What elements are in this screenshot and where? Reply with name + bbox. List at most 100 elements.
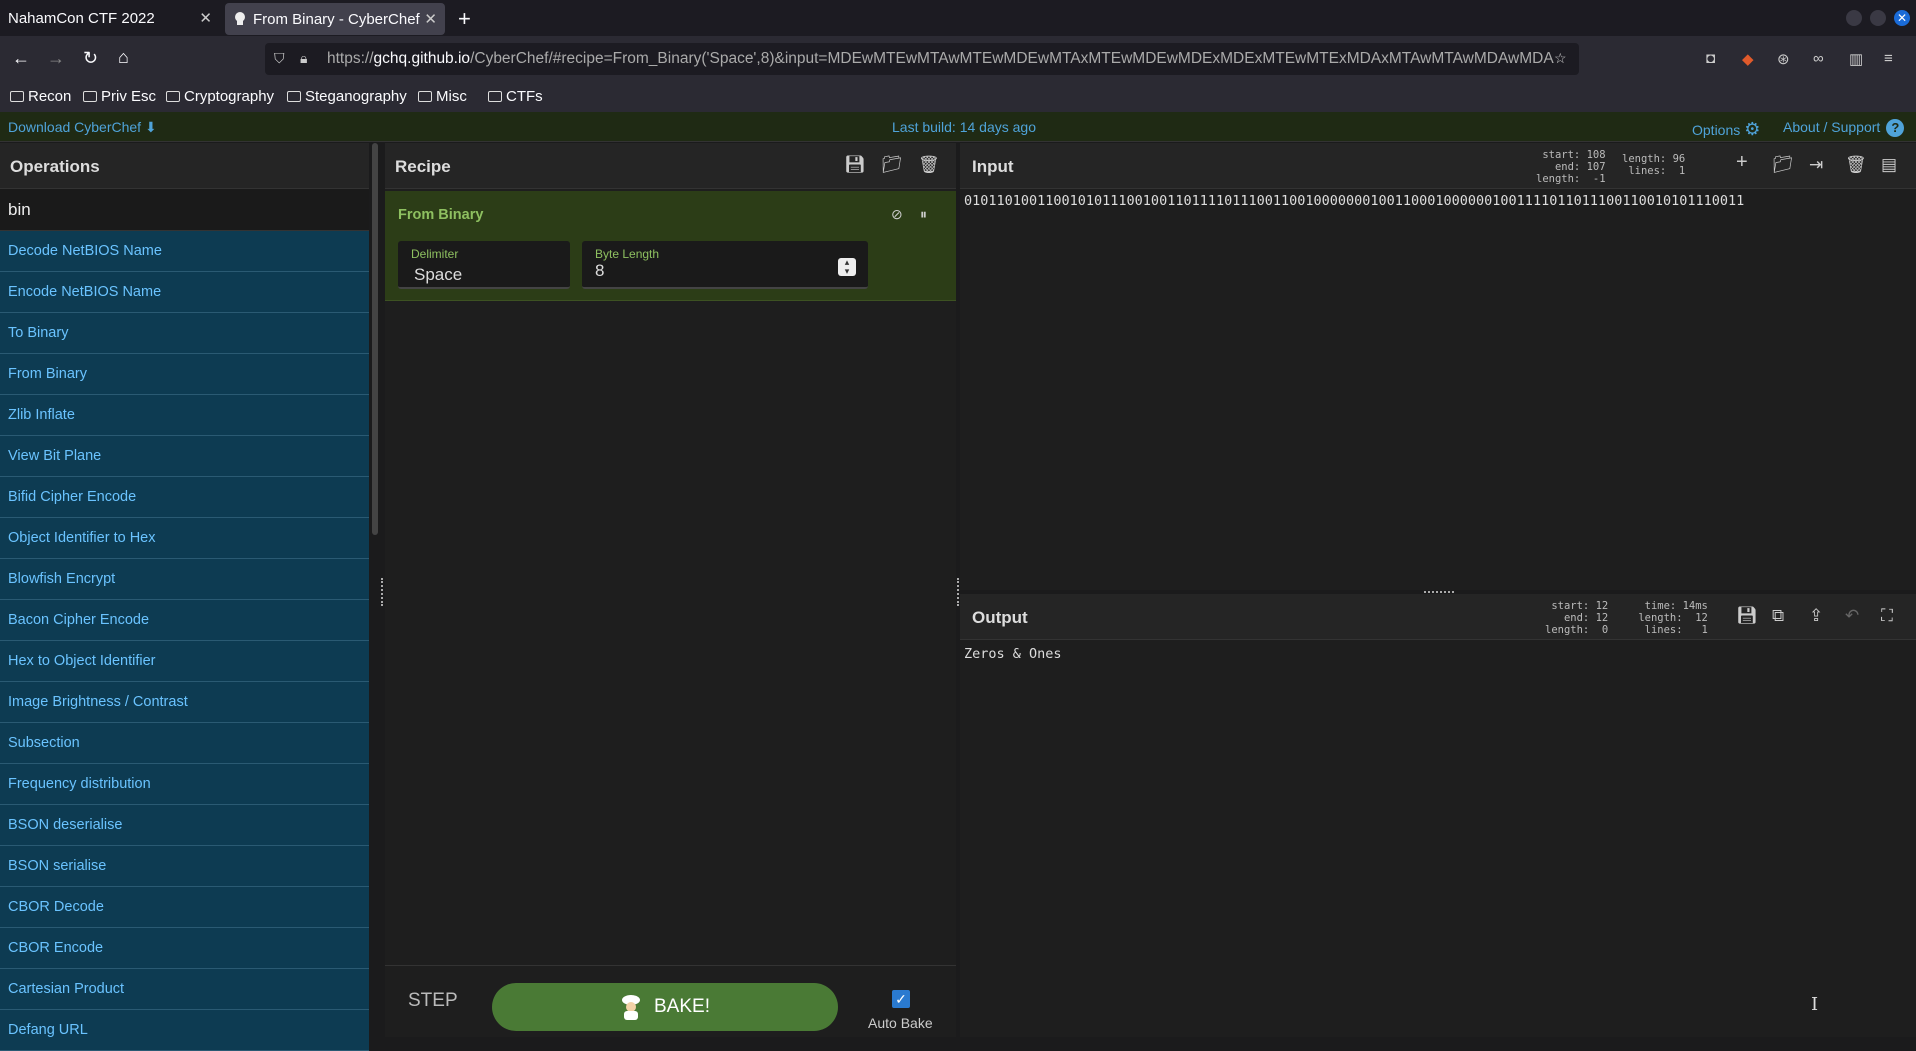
trash-extension-icon[interactable]: ▥	[1849, 50, 1863, 68]
recipe-operation-name: From Binary	[398, 207, 484, 223]
operation-item[interactable]: CBOR Decode	[0, 887, 369, 928]
delimiter-value: Space	[414, 265, 463, 284]
disable-operation-icon[interactable]: ⊘	[891, 206, 903, 223]
operation-item[interactable]: View Bit Plane	[0, 436, 369, 477]
maximize-window-icon[interactable]	[1870, 10, 1886, 26]
auto-bake-checkbox[interactable]: ✓	[892, 990, 910, 1008]
tab-nahamcon[interactable]: NahamCon CTF 2022 ✕	[0, 0, 220, 36]
bookmark-steganography[interactable]: Steganography	[287, 88, 407, 105]
chef-icon	[622, 995, 640, 1020]
byte-length-field[interactable]: Byte Length 8 ▴ ▾	[582, 241, 868, 289]
reload-icon[interactable]: ↻	[83, 48, 98, 69]
delimiter-label: Delimiter	[411, 247, 459, 261]
pocket-icon[interactable]: ◘	[1706, 50, 1715, 67]
save-recipe-icon[interactable]: 💾︎	[844, 155, 866, 175]
home-icon[interactable]: ⌂	[118, 47, 129, 68]
operation-item[interactable]: From Binary	[0, 354, 369, 395]
bookmark-star-icon[interactable]: ☆	[1554, 50, 1567, 67]
close-tab-icon[interactable]: ✕	[424, 10, 437, 28]
io-resize-handle[interactable]	[1424, 591, 1454, 593]
operation-item[interactable]: Zlib Inflate	[0, 395, 369, 436]
open-folder-icon[interactable]: 📁︎	[1772, 155, 1794, 175]
folder-icon	[287, 91, 301, 102]
url-host: gchq.github.io	[373, 50, 471, 67]
mask-extension-icon[interactable]: ∞	[1813, 50, 1824, 67]
back-arrow-icon[interactable]: ←	[12, 48, 30, 69]
lock-icon[interactable]: 🔒︎	[300, 50, 307, 67]
operation-item[interactable]: Object Identifier to Hex	[0, 518, 369, 559]
maximize-output-icon[interactable]: ⛶	[1881, 606, 1893, 626]
bookmark-cryptography[interactable]: Cryptography	[166, 88, 274, 105]
undo-icon[interactable]: ↶	[1845, 606, 1859, 626]
tab-cyberchef[interactable]: From Binary - CyberChef ✕	[225, 3, 445, 35]
bookmark-recon[interactable]: Recon	[10, 88, 71, 105]
bookmarks-bar: Recon Priv Esc Cryptography Steganograph…	[0, 84, 1916, 112]
chef-hat-icon	[235, 12, 245, 25]
bake-label: BAKE!	[654, 996, 710, 1017]
operation-item[interactable]: Image Brightness / Contrast	[0, 682, 369, 723]
copy-output-icon[interactable]: ⧉	[1772, 606, 1784, 626]
output-header: Output start: 12 end: 12 length: 0 time:…	[960, 594, 1916, 640]
operation-item[interactable]: Decode NetBIOS Name	[0, 231, 369, 272]
new-tab-icon[interactable]: +	[458, 6, 471, 32]
minimize-window-icon[interactable]	[1846, 10, 1862, 26]
recipe-operation-from-binary[interactable]: From Binary ⊘ ⏸︎ Delimiter Space Byte Le…	[385, 191, 956, 301]
output-text[interactable]: Zeros & Ones	[964, 646, 1062, 662]
operation-item[interactable]: Bacon Cipher Encode	[0, 600, 369, 641]
clear-input-trash-icon[interactable]: 🗑︎	[1845, 155, 1867, 175]
reset-layout-icon[interactable]: ▤	[1881, 155, 1897, 175]
gear-icon: ⚙	[1744, 119, 1761, 139]
byte-length-value: 8	[595, 261, 605, 280]
operation-item[interactable]: BSON deserialise	[0, 805, 369, 846]
forward-arrow-icon[interactable]: →	[47, 48, 65, 69]
step-button[interactable]: STEP	[408, 990, 458, 1012]
close-tab-icon[interactable]: ✕	[199, 9, 212, 27]
download-cyberchef-link[interactable]: Download CyberChef ⬇	[8, 119, 157, 136]
clear-recipe-trash-icon[interactable]: 🗑︎	[918, 155, 940, 175]
folder-icon	[488, 91, 502, 102]
extension-icon[interactable]: ◆	[1742, 50, 1754, 68]
operation-item[interactable]: Encode NetBIOS Name	[0, 272, 369, 313]
open-file-icon[interactable]: ⇥	[1809, 155, 1823, 175]
options-link[interactable]: Options ⚙	[1692, 119, 1760, 140]
bake-button[interactable]: BAKE!	[492, 983, 838, 1031]
operation-item[interactable]: Bifid Cipher Encode	[0, 477, 369, 518]
operation-item[interactable]: BSON serialise	[0, 846, 369, 887]
address-bar[interactable]: https://gchq.github.io/CyberChef/#recipe…	[265, 43, 1579, 75]
input-panel: Input start: 108 end: 107 length: -1 len…	[960, 143, 1916, 590]
bookmark-label: CTFs	[506, 88, 543, 105]
help-icon: ?	[1886, 119, 1905, 137]
add-input-tab-icon[interactable]: +	[1736, 151, 1748, 174]
shield-icon[interactable]: ⛉	[274, 50, 285, 67]
input-textarea[interactable]: 0101101001100101011100100110111101110011…	[964, 193, 1744, 209]
extension-icon[interactable]: ⊛	[1777, 50, 1790, 68]
about-support-link[interactable]: About / Support?	[1783, 119, 1905, 137]
operation-item[interactable]: Defang URL	[0, 1010, 369, 1051]
bake-bar: STEP BAKE! ✓ Auto Bake	[385, 965, 956, 1037]
operations-search-input[interactable]: bin	[0, 189, 369, 231]
options-label: Options	[1692, 122, 1741, 138]
delimiter-select[interactable]: Delimiter Space	[398, 241, 570, 289]
operation-item[interactable]: Hex to Object Identifier	[0, 641, 369, 682]
save-output-icon[interactable]: 💾︎	[1736, 606, 1758, 626]
panel-resize-handle[interactable]	[381, 578, 384, 606]
load-recipe-folder-icon[interactable]: 📁︎	[881, 155, 903, 175]
close-window-icon[interactable]: ✕	[1894, 10, 1910, 26]
download-label: Download CyberChef	[8, 119, 142, 135]
byte-length-stepper-icon[interactable]: ▴ ▾	[838, 258, 856, 276]
bookmark-priv-esc[interactable]: Priv Esc	[83, 88, 156, 105]
pause-breakpoint-icon[interactable]: ⏸︎	[920, 206, 927, 223]
recipe-panel: Recipe 💾︎ 📁︎ 🗑︎ From Binary ⊘ ⏸︎ Delimit…	[385, 143, 956, 1037]
operation-item[interactable]: To Binary	[0, 313, 369, 354]
menu-hamburger-icon[interactable]: ≡	[1884, 50, 1893, 67]
operations-scrollbar[interactable]	[372, 143, 378, 535]
bookmark-ctfs[interactable]: CTFs	[488, 88, 543, 105]
operation-item[interactable]: CBOR Encode	[0, 928, 369, 969]
byte-length-label: Byte Length	[595, 247, 660, 261]
operation-item[interactable]: Frequency distribution	[0, 764, 369, 805]
operation-item[interactable]: Blowfish Encrypt	[0, 559, 369, 600]
replace-input-with-output-icon[interactable]: ⇪	[1809, 606, 1823, 626]
operation-item[interactable]: Subsection	[0, 723, 369, 764]
bookmark-misc[interactable]: Misc	[418, 88, 467, 105]
operation-item[interactable]: Cartesian Product	[0, 969, 369, 1010]
